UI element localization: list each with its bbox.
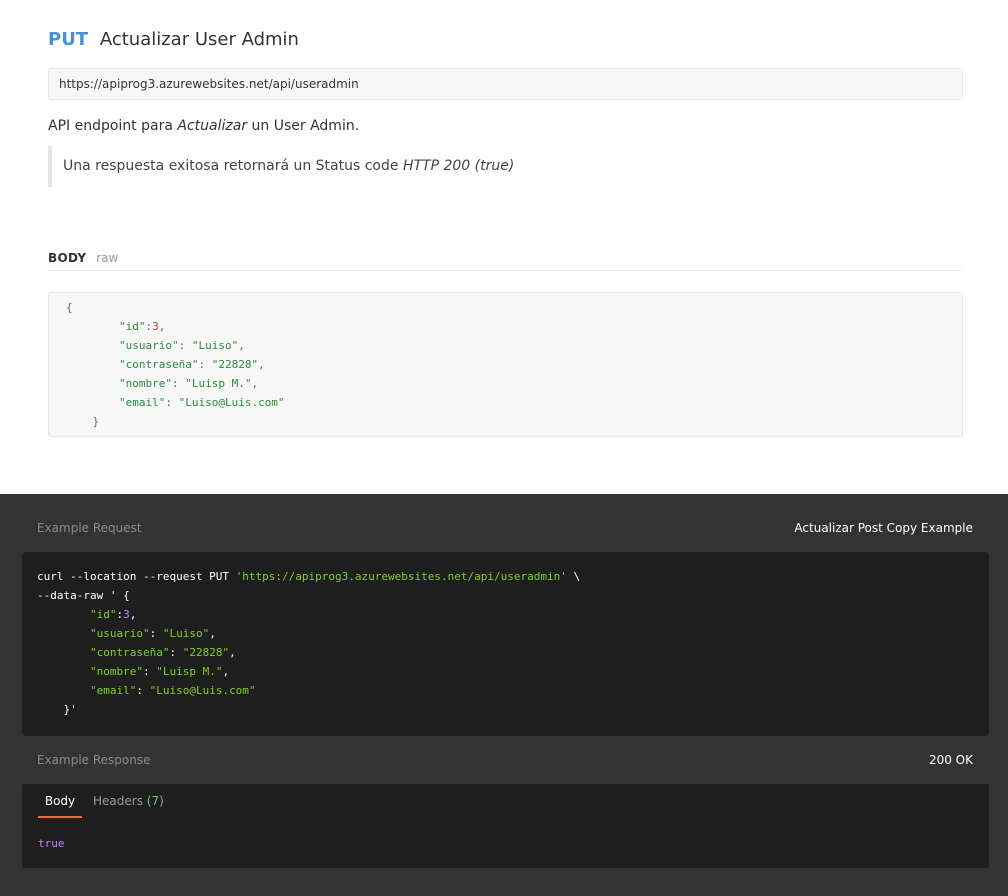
description-emphasis: Actualizar bbox=[177, 118, 248, 134]
example-selector[interactable]: Actualizar Post Copy Example bbox=[794, 520, 973, 536]
response-body-value: true bbox=[38, 837, 65, 850]
code-token: , bbox=[158, 320, 166, 333]
code-token: "email" bbox=[89, 684, 137, 697]
code-token: : bbox=[198, 358, 212, 371]
code-token: } bbox=[92, 415, 100, 428]
code-token: "Luiso@Luis.com" bbox=[149, 684, 256, 697]
tab-headers[interactable]: Headers (7) bbox=[93, 784, 164, 818]
code-token: "Luiso" bbox=[191, 339, 239, 352]
code-line: "nombre": "Luisp M.", bbox=[66, 374, 258, 393]
code-token: "contraseña" bbox=[89, 646, 170, 659]
code-line: "usuario": "Luiso", bbox=[37, 624, 216, 643]
code-line: "contraseña": "22828", bbox=[66, 355, 265, 374]
code-token: "nombre" bbox=[89, 665, 143, 678]
code-line: "email": "Luiso@Luis.com" bbox=[66, 393, 285, 412]
code-token: "22828" bbox=[211, 358, 259, 371]
code-token: , bbox=[238, 339, 245, 352]
response-note-blockquote: Una respuesta exitosa retornará un Statu… bbox=[48, 146, 963, 187]
code-line: --data-raw ' { bbox=[37, 586, 130, 605]
headers-count: (7) bbox=[146, 794, 164, 808]
code-line: curl --location --request PUT 'https://a… bbox=[37, 567, 580, 586]
code-token: : bbox=[142, 665, 157, 678]
code-line: "id":3, bbox=[37, 605, 136, 624]
code-token: "22828" bbox=[182, 646, 230, 659]
request-url[interactable]: https://apiprog3.azurewebsites.net/api/u… bbox=[48, 68, 963, 100]
body-code-block[interactable]: { "id":3, "usuario": "Luiso", "contraseñ… bbox=[48, 292, 963, 437]
example-response-box: Body Headers (7) true bbox=[22, 784, 989, 868]
example-response-label: Example Response bbox=[37, 753, 151, 767]
examples-panel: Example Request Actualizar Post Copy Exa… bbox=[0, 494, 1008, 896]
code-token: , bbox=[209, 627, 216, 640]
code-token: : bbox=[136, 684, 150, 697]
code-line: "usuario": "Luiso", bbox=[66, 336, 245, 355]
code-token: : bbox=[149, 627, 163, 640]
code-token: 3 bbox=[152, 320, 159, 333]
code-token: "usuario" bbox=[118, 339, 179, 352]
code-token: "nombre" bbox=[118, 377, 172, 390]
example-request-code[interactable]: curl --location --request PUT 'https://a… bbox=[22, 552, 989, 736]
response-status: 200 OK bbox=[928, 753, 973, 767]
code-line: "nombre": "Luisp M.", bbox=[37, 662, 229, 681]
documentation-panel: PUT Actualizar User Admin https://apipro… bbox=[0, 0, 1008, 494]
code-token: "Luisp M." bbox=[185, 377, 252, 390]
code-line: { bbox=[66, 298, 73, 317]
code-token: : bbox=[165, 396, 179, 409]
code-line: "id":3, bbox=[66, 317, 165, 336]
code-line: }' bbox=[37, 700, 77, 719]
code-token: 'https://apiprog3.azurewebsites.net/api/… bbox=[235, 570, 567, 583]
request-description: API endpoint para Actualizar un User Adm… bbox=[48, 118, 360, 134]
code-token: "contraseña" bbox=[118, 358, 199, 371]
tab-headers-label: Headers bbox=[93, 794, 143, 808]
code-token: : bbox=[178, 339, 192, 352]
code-token: , bbox=[229, 646, 236, 659]
body-label: BODY bbox=[48, 251, 87, 265]
code-token: curl --location --request PUT bbox=[37, 570, 236, 583]
body-mode: raw bbox=[96, 251, 119, 265]
http-method-badge: PUT bbox=[48, 29, 89, 50]
tab-body[interactable]: Body bbox=[38, 784, 82, 818]
code-token: "usuario" bbox=[89, 627, 150, 640]
code-token: "Luiso" bbox=[162, 627, 210, 640]
code-line: "email": "Luiso@Luis.com" bbox=[37, 681, 256, 700]
code-token: , bbox=[251, 377, 259, 390]
code-token: , bbox=[129, 608, 137, 621]
code-token: --data-raw bbox=[37, 589, 110, 602]
code-token: 3 bbox=[123, 608, 130, 621]
code-token: , bbox=[258, 358, 265, 371]
code-line: } bbox=[66, 412, 100, 431]
code-token: : bbox=[171, 377, 186, 390]
code-token: : bbox=[169, 646, 183, 659]
code-token: "id" bbox=[89, 608, 117, 621]
code-token: \ bbox=[566, 570, 581, 583]
body-section-header: BODY raw bbox=[48, 250, 963, 271]
note-emphasis: HTTP 200 (true) bbox=[402, 158, 515, 174]
code-token: , bbox=[222, 665, 230, 678]
code-line: "contraseña": "22828", bbox=[37, 643, 236, 662]
request-name: Actualizar User Admin bbox=[99, 29, 299, 50]
code-token: "email" bbox=[118, 396, 166, 409]
example-request-label: Example Request bbox=[37, 521, 142, 535]
code-token: "id" bbox=[118, 320, 146, 333]
code-token: ' { bbox=[109, 589, 130, 602]
code-token: "Luisp M." bbox=[156, 665, 223, 678]
code-token: { bbox=[66, 301, 73, 314]
code-token: }' bbox=[37, 703, 77, 716]
request-title: PUT Actualizar User Admin bbox=[48, 28, 299, 52]
code-token: "Luiso@Luis.com" bbox=[178, 396, 285, 409]
